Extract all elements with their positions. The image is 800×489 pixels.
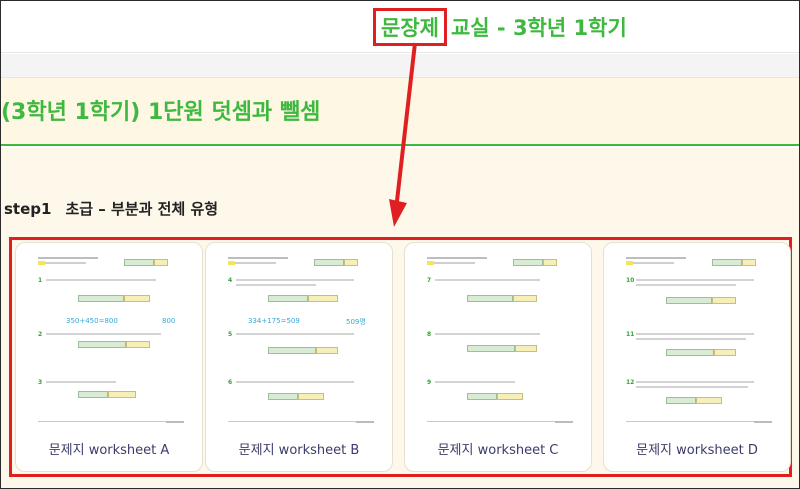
step-heading: step1 초급 – 부분과 전체 유형 bbox=[4, 198, 218, 219]
red-arrow-annotation bbox=[389, 42, 417, 227]
equation-text: 350+450=800 bbox=[66, 317, 118, 325]
problem-number: 2 bbox=[38, 331, 43, 338]
problem-number: 1 bbox=[38, 277, 43, 284]
equation-text: 334+175=509 bbox=[248, 317, 300, 325]
worksheet-label[interactable]: 문제지 worksheet C bbox=[405, 439, 591, 458]
worksheet-cards-highlight: 1 2 350+450=800 800 3 문제지 worksheet A 4 bbox=[9, 237, 792, 477]
worksheet-thumbnail: 4 334+175=509 509명 5 6 bbox=[228, 255, 374, 425]
worksheet-card-b[interactable]: 4 334+175=509 509명 5 6 문제지 worksheet B bbox=[205, 242, 393, 472]
worksheet-card-a[interactable]: 1 2 350+450=800 800 3 문제지 worksheet A bbox=[15, 242, 203, 472]
answer-text: 509명 bbox=[346, 318, 366, 326]
problem-number: 12 bbox=[626, 379, 635, 386]
worksheet-label[interactable]: 문제지 worksheet A bbox=[16, 439, 202, 458]
worksheet-thumbnail: 10 11 12 bbox=[626, 255, 772, 425]
worksheet-card-c[interactable]: 7 8 9 문제지 worksheet C bbox=[404, 242, 592, 472]
problem-number: 5 bbox=[228, 331, 233, 338]
worksheet-thumbnail: 1 2 350+450=800 800 3 bbox=[38, 255, 184, 425]
heading-dash: – bbox=[98, 200, 106, 218]
problem-number: 4 bbox=[228, 277, 233, 284]
problem-number: 11 bbox=[626, 331, 635, 338]
unit-title: (3학년 1학기) 1단원 덧셈과 뺄셈 bbox=[1, 100, 321, 125]
problem-number: 9 bbox=[427, 379, 432, 386]
level-label: 초급 bbox=[65, 200, 94, 218]
type-label: 부분과 전체 유형 bbox=[111, 200, 219, 218]
site-title-rest: 교실 - 3학년 1학기 bbox=[450, 16, 627, 40]
worksheet-card-d[interactable]: 10 11 12 문제지 worksheet D bbox=[603, 242, 791, 472]
worksheet-thumbnail: 7 8 9 bbox=[427, 255, 573, 425]
problem-number: 10 bbox=[626, 277, 635, 284]
worksheet-label[interactable]: 문제지 worksheet B bbox=[206, 439, 392, 458]
worksheet-label[interactable]: 문제지 worksheet D bbox=[604, 439, 790, 458]
problem-number: 7 bbox=[427, 277, 432, 284]
problem-number: 3 bbox=[38, 379, 43, 386]
step-label: step1 bbox=[4, 200, 52, 218]
problem-number: 6 bbox=[228, 379, 233, 386]
answer-text: 800 bbox=[162, 317, 176, 325]
site-title[interactable]: 문장제 교실 - 3학년 1학기 bbox=[373, 8, 627, 46]
problem-number: 8 bbox=[427, 331, 432, 338]
